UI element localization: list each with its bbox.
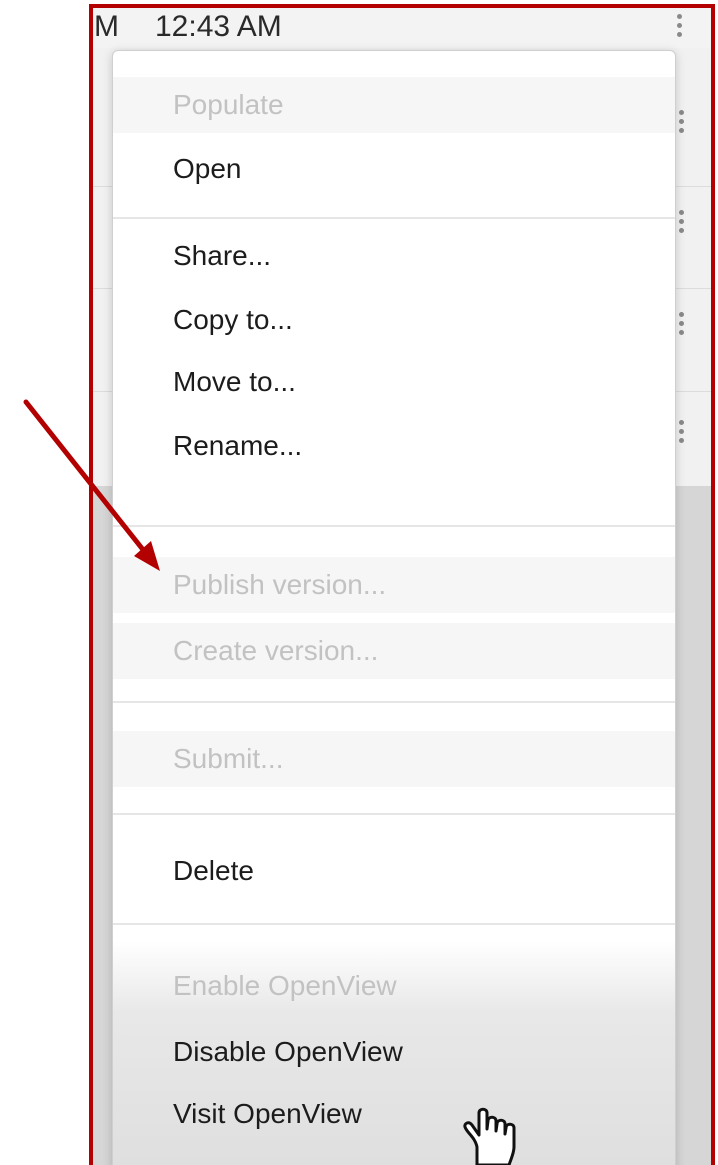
time-label: M 12:43 AM — [94, 10, 282, 44]
menu-item-create-version: Create version... — [113, 623, 675, 679]
kebab-menu-icon[interactable] — [678, 312, 686, 339]
context-menu: Populate Open Share... Copy to... Move t… — [112, 50, 676, 1165]
menu-separator — [113, 525, 675, 527]
menu-separator — [113, 217, 675, 219]
screenshot-page: M 12:43 AM Populate Open Share... Copy to… — [0, 0, 718, 1165]
menu-item-rename[interactable]: Rename... — [113, 418, 675, 474]
time-value: 12:43 AM — [155, 10, 282, 43]
menu-separator — [113, 923, 675, 925]
menu-item-publish-version: Publish version... — [113, 557, 675, 613]
kebab-menu-icon[interactable] — [678, 110, 686, 137]
file-row-header: M 12:43 AM — [92, 6, 712, 48]
menu-item-copy-to[interactable]: Copy to... — [113, 292, 675, 348]
file-list-background: M 12:43 AM Populate Open Share... Copy to… — [92, 6, 712, 1165]
kebab-menu-icon[interactable] — [678, 420, 686, 447]
menu-item-disable-openview[interactable]: Disable OpenView — [113, 1024, 675, 1080]
kebab-menu-icon[interactable] — [678, 210, 686, 237]
menu-item-visit-openview[interactable]: Visit OpenView — [113, 1086, 675, 1142]
menu-item-populate: Populate — [113, 77, 675, 133]
kebab-menu-icon[interactable] — [676, 14, 684, 41]
menu-item-enable-openview: Enable OpenView — [173, 970, 397, 1001]
menu-item-delete[interactable]: Delete — [113, 843, 675, 899]
menu-separator — [113, 813, 675, 815]
menu-item-share[interactable]: Share... — [113, 228, 675, 284]
time-prefix: M — [94, 10, 119, 43]
menu-item-submit: Submit... — [113, 731, 675, 787]
menu-item-open[interactable]: Open — [113, 141, 675, 197]
menu-item-move-to[interactable]: Move to... — [113, 354, 675, 410]
menu-separator — [113, 701, 675, 703]
